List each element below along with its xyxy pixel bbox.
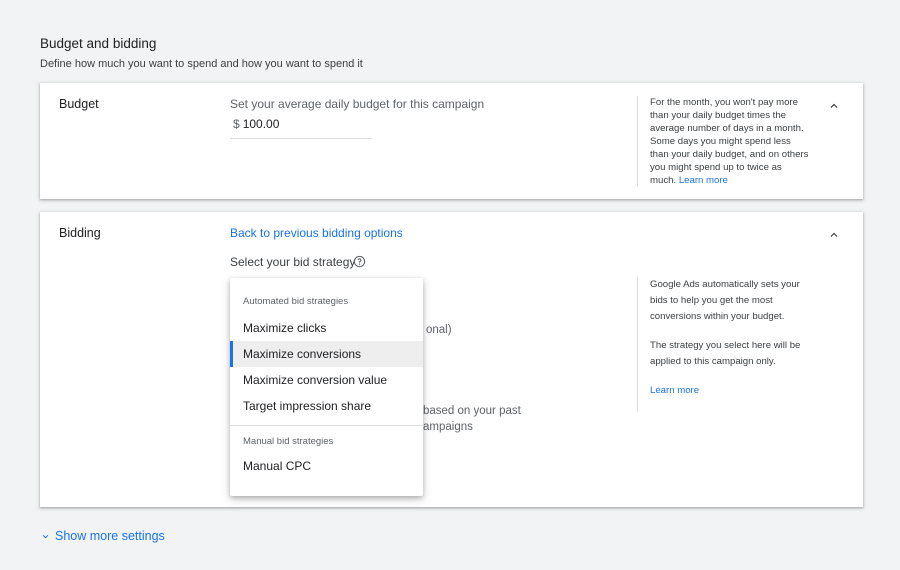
bidding-card: Bidding Back to previous bidding options… (40, 212, 863, 507)
bid-strategy-dropdown[interactable]: Automated bid strategies Maximize clicks… (230, 278, 423, 496)
option-manual-cpc[interactable]: Manual CPC (230, 453, 423, 479)
show-more-label: Show more settings (55, 529, 165, 543)
option-maximize-conversions[interactable]: Maximize conversions (230, 341, 423, 367)
option-maximize-clicks[interactable]: Maximize clicks (230, 315, 423, 341)
budget-value[interactable]: 100.00 (243, 117, 280, 131)
obscured-text-2: based on your past (423, 405, 521, 417)
budget-help-text: For the month, you won't pay more than y… (650, 97, 809, 186)
obscured-text-3: ampaigns (423, 421, 473, 433)
bid-strategy-label: Select your bid strategy (230, 255, 356, 269)
option-target-impression-share[interactable]: Target impression share (230, 393, 423, 419)
chevron-up-icon[interactable] (827, 99, 841, 113)
section-title: Budget and bidding (40, 36, 157, 51)
bidding-help-p2: The strategy you select here will be app… (650, 340, 801, 367)
bidding-help-p1: Google Ads automatically sets your bids … (650, 279, 800, 322)
manual-strategies-header: Manual bid strategies (243, 436, 334, 447)
budget-help: For the month, you won't pay more than y… (650, 96, 810, 187)
show-more-settings[interactable]: Show more settings (40, 529, 165, 543)
bidding-help: Google Ads automatically sets your bids … (650, 277, 815, 412)
help-circle-icon[interactable] (353, 255, 366, 268)
bidding-label: Bidding (59, 226, 101, 240)
chevron-up-icon[interactable] (827, 228, 841, 242)
budget-input[interactable]: $100.00 (230, 117, 372, 139)
option-maximize-conversion-value[interactable]: Maximize conversion value (230, 367, 423, 393)
obscured-text-1: onal) (426, 324, 452, 336)
budget-prompt: Set your average daily budget for this c… (230, 97, 485, 111)
bidding-divider (637, 277, 638, 412)
bidding-learn-more-link[interactable]: Learn more (650, 385, 699, 396)
budget-card: Budget Set your average daily budget for… (40, 83, 863, 199)
section-subtitle: Define how much you want to spend and ho… (40, 58, 363, 70)
chevron-down-icon (42, 534, 49, 538)
budget-label: Budget (59, 97, 99, 111)
automated-strategies-header: Automated bid strategies (243, 296, 349, 307)
currency-symbol: $ (233, 117, 240, 131)
back-bidding-options-link[interactable]: Back to previous bidding options (230, 226, 403, 240)
budget-learn-more-link[interactable]: Learn more (679, 175, 728, 186)
budget-divider (637, 96, 638, 186)
